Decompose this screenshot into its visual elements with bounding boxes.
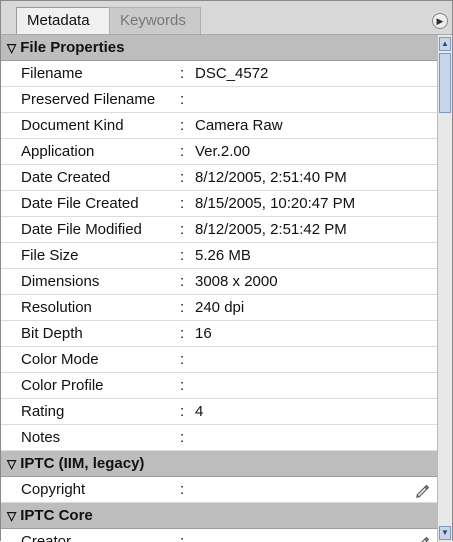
metadata-row[interactable]: File Size:5.26 MB bbox=[1, 243, 438, 269]
section-header-file-properties[interactable]: ▽ File Properties bbox=[1, 35, 438, 61]
field-label: Color Mode bbox=[21, 351, 99, 368]
field-label: Preserved Filename bbox=[21, 91, 156, 108]
section-header-iptc-legacy[interactable]: ▽ IPTC (IIM, legacy) bbox=[1, 451, 438, 477]
field-separator: : bbox=[180, 273, 185, 290]
metadata-row[interactable]: Preserved Filename: bbox=[1, 87, 438, 113]
field-separator: : bbox=[180, 429, 185, 446]
field-value[interactable]: 5.26 MB bbox=[195, 243, 251, 268]
field-value[interactable]: 4 bbox=[195, 399, 203, 424]
field-label: Application bbox=[21, 143, 95, 160]
metadata-content: ▽ File Properties Filename: DSC_4572 Preser… bbox=[1, 35, 438, 542]
field-value[interactable]: 8/12/2005, 2:51:40 PM bbox=[195, 165, 347, 190]
field-label: Notes bbox=[21, 429, 61, 446]
field-separator: : bbox=[180, 143, 185, 160]
metadata-row[interactable]: Color Mode: bbox=[1, 347, 438, 373]
field-value[interactable]: Camera Raw bbox=[195, 113, 283, 138]
field-separator: : bbox=[180, 299, 185, 316]
field-label: Filename bbox=[21, 65, 83, 82]
field-value[interactable]: Ver.2.00 bbox=[195, 139, 250, 164]
tab-keywords-label: Keywords bbox=[120, 12, 186, 29]
field-label: Bit Depth bbox=[21, 325, 83, 342]
scroll-up-icon[interactable]: ▲ bbox=[439, 37, 451, 51]
metadata-row[interactable]: Date File Modified:8/12/2005, 2:51:42 PM bbox=[1, 217, 438, 243]
field-separator: : bbox=[180, 377, 185, 394]
field-label: File Size bbox=[21, 247, 79, 264]
section-header-iptc-core[interactable]: ▽ IPTC Core bbox=[1, 503, 438, 529]
section-title: IPTC (IIM, legacy) bbox=[20, 455, 145, 472]
field-label: Dimensions bbox=[21, 273, 100, 290]
section-title: IPTC Core bbox=[20, 507, 93, 524]
metadata-row[interactable]: Application: Ver.2.00 bbox=[1, 139, 438, 165]
tab-metadata-label: Metadata bbox=[27, 12, 90, 29]
field-separator: : bbox=[180, 65, 185, 82]
metadata-row[interactable]: Filename: DSC_4572 bbox=[1, 61, 438, 87]
field-value[interactable]: 16 bbox=[195, 321, 212, 346]
tab-metadata[interactable]: Metadata bbox=[16, 7, 110, 34]
metadata-row[interactable]: Rating:4 bbox=[1, 399, 438, 425]
scroll-down-icon[interactable]: ▼ bbox=[439, 526, 451, 540]
field-label: Rating bbox=[21, 403, 65, 420]
field-label: Copyright bbox=[21, 481, 86, 498]
field-separator: : bbox=[180, 247, 185, 264]
triangle-down-icon: ▽ bbox=[7, 457, 17, 471]
tab-keywords[interactable]: Keywords bbox=[109, 7, 201, 34]
field-label: Date File Created bbox=[21, 195, 139, 212]
field-separator: : bbox=[180, 533, 185, 542]
pencil-icon[interactable] bbox=[414, 482, 430, 498]
field-separator: : bbox=[180, 195, 185, 212]
vertical-scrollbar[interactable]: ▲ ▼ bbox=[437, 35, 452, 542]
field-label: Resolution bbox=[21, 299, 92, 316]
triangle-down-icon: ▽ bbox=[7, 41, 17, 55]
metadata-row[interactable]: Date File Created:8/15/2005, 10:20:47 PM bbox=[1, 191, 438, 217]
metadata-row[interactable]: Bit Depth:16 bbox=[1, 321, 438, 347]
section-title: File Properties bbox=[20, 39, 125, 56]
field-separator: : bbox=[180, 169, 185, 186]
field-label: Color Profile bbox=[21, 377, 104, 394]
field-separator: : bbox=[180, 91, 185, 108]
metadata-panel: Metadata Keywords ▶ ▽ File Properties Fil… bbox=[0, 0, 453, 542]
field-separator: : bbox=[180, 117, 185, 134]
metadata-row[interactable]: Date Created:8/12/2005, 2:51:40 PM bbox=[1, 165, 438, 191]
field-separator: : bbox=[180, 481, 185, 498]
field-value[interactable]: DSC_4572 bbox=[195, 61, 268, 86]
field-label: Date File Modified bbox=[21, 221, 142, 238]
metadata-row[interactable]: Document Kind: Camera Raw bbox=[1, 113, 438, 139]
field-separator: : bbox=[180, 351, 185, 368]
field-separator: : bbox=[180, 325, 185, 342]
metadata-row[interactable]: Copyright: bbox=[1, 477, 438, 503]
field-label: Date Created bbox=[21, 169, 111, 186]
scroll-thumb[interactable] bbox=[439, 53, 451, 113]
field-value[interactable]: 8/12/2005, 2:51:42 PM bbox=[195, 217, 347, 242]
field-label: Document Kind bbox=[21, 117, 124, 134]
triangle-down-icon: ▽ bbox=[7, 509, 17, 523]
field-value[interactable]: 240 dpi bbox=[195, 295, 244, 320]
field-separator: : bbox=[180, 221, 185, 238]
field-value[interactable]: 8/15/2005, 10:20:47 PM bbox=[195, 191, 355, 216]
metadata-row[interactable]: Dimensions:3008 x 2000 bbox=[1, 269, 438, 295]
metadata-row[interactable]: Resolution:240 dpi bbox=[1, 295, 438, 321]
tab-bar: Metadata Keywords ▶ bbox=[1, 1, 452, 35]
metadata-row[interactable]: Color Profile: bbox=[1, 373, 438, 399]
metadata-row[interactable]: Creator: bbox=[1, 529, 438, 542]
field-label: Creator bbox=[21, 533, 72, 542]
field-value[interactable]: 3008 x 2000 bbox=[195, 269, 278, 294]
flyout-menu-icon[interactable]: ▶ bbox=[432, 13, 448, 29]
field-separator: : bbox=[180, 403, 185, 420]
metadata-row[interactable]: Notes: bbox=[1, 425, 438, 451]
